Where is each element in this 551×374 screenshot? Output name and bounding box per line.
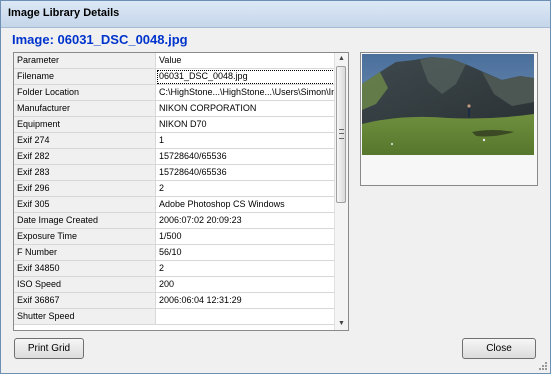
param-cell: Shutter Speed xyxy=(14,308,156,325)
value-cell[interactable]: 2 xyxy=(155,180,338,197)
param-cell: Equipment xyxy=(14,116,156,133)
value-cell[interactable]: 1 xyxy=(155,132,338,149)
column-header-value[interactable]: Value xyxy=(155,53,338,69)
table-row[interactable]: Exposure Time 1/500 xyxy=(14,228,338,245)
value-cell[interactable]: C:\HighStone...\HighStone...\Users\Simon… xyxy=(155,84,338,101)
param-cell: Date Image Created xyxy=(14,212,156,229)
table-row[interactable]: F Number 56/10 xyxy=(14,244,338,261)
scroll-thumb[interactable] xyxy=(336,66,346,203)
landscape-photo xyxy=(362,54,534,155)
table-row[interactable]: Shutter Speed xyxy=(14,308,338,325)
image-preview xyxy=(362,54,534,155)
value-cell[interactable] xyxy=(155,308,338,325)
table-row[interactable]: Filename 06031_DSC_0048.jpg xyxy=(14,68,338,85)
scroll-grip-icon xyxy=(339,129,344,139)
param-cell: Manufacturer xyxy=(14,100,156,117)
param-cell: Folder Location xyxy=(14,84,156,101)
scroll-down-arrow-icon[interactable]: ▼ xyxy=(335,318,348,330)
value-cell[interactable]: NIKON CORPORATION xyxy=(155,100,338,117)
table-row[interactable]: Exif 282 15728640/65536 xyxy=(14,148,338,165)
value-cell[interactable]: 2 xyxy=(155,260,338,277)
exif-table: Parameter Value Filename 06031_DSC_0048.j… xyxy=(14,53,338,325)
window-title: Image Library Details xyxy=(8,7,120,19)
table-row[interactable]: Folder Location C:\HighStone...\HighStone… xyxy=(14,84,338,101)
grid-header-row: Parameter Value xyxy=(14,53,338,69)
value-cell[interactable]: 15728640/65536 xyxy=(155,148,338,165)
table-row[interactable]: ISO Speed 200 xyxy=(14,276,338,293)
param-cell: Exif 36867 xyxy=(14,292,156,309)
value-cell[interactable]: 1/500 xyxy=(155,228,338,245)
image-library-details-window: Image Library Details Image: 06031_DSC_0… xyxy=(0,0,551,374)
table-row[interactable]: Exif 34850 2 xyxy=(14,260,338,277)
table-row[interactable]: Equipment NIKON D70 xyxy=(14,116,338,133)
param-cell: Filename xyxy=(14,68,156,85)
exif-grid[interactable]: Parameter Value Filename 06031_DSC_0048.j… xyxy=(13,52,349,331)
grid-vertical-scrollbar[interactable]: ▲ ▼ xyxy=(334,53,348,330)
value-cell[interactable]: Adobe Photoshop CS Windows xyxy=(155,196,338,213)
close-button[interactable]: Close xyxy=(462,338,536,359)
print-grid-button[interactable]: Print Grid xyxy=(14,338,84,359)
value-cell[interactable]: 2006:06:04 12:31:29 xyxy=(155,292,338,309)
value-cell[interactable]: 15728640/65536 xyxy=(155,164,338,181)
param-cell: Exif 305 xyxy=(14,196,156,213)
value-cell[interactable]: 200 xyxy=(155,276,338,293)
scroll-up-arrow-icon[interactable]: ▲ xyxy=(335,53,348,65)
param-cell: ISO Speed xyxy=(14,276,156,293)
table-row[interactable]: Manufacturer NIKON CORPORATION xyxy=(14,100,338,117)
param-cell: Exif 274 xyxy=(14,132,156,149)
table-row[interactable]: Exif 305 Adobe Photoshop CS Windows xyxy=(14,196,338,213)
table-row[interactable]: Exif 283 15728640/65536 xyxy=(14,164,338,181)
value-cell[interactable]: 2006:07:02 20:09:23 xyxy=(155,212,338,229)
table-row[interactable]: Exif 296 2 xyxy=(14,180,338,197)
image-heading: Image: 06031_DSC_0048.jpg xyxy=(12,32,188,47)
param-cell: Exposure Time xyxy=(14,228,156,245)
image-preview-frame xyxy=(360,52,538,186)
column-header-parameter[interactable]: Parameter xyxy=(14,53,156,69)
param-cell: Exif 282 xyxy=(14,148,156,165)
param-cell: Exif 34850 xyxy=(14,260,156,277)
param-cell: Exif 283 xyxy=(14,164,156,181)
param-cell: F Number xyxy=(14,244,156,261)
title-bar[interactable]: Image Library Details xyxy=(1,1,550,28)
table-row[interactable]: Exif 36867 2006:06:04 12:31:29 xyxy=(14,292,338,309)
resize-grip-icon[interactable] xyxy=(538,361,548,371)
param-cell: Exif 296 xyxy=(14,180,156,197)
value-cell[interactable]: 56/10 xyxy=(155,244,338,261)
value-cell[interactable]: NIKON D70 xyxy=(155,116,338,133)
value-cell[interactable]: 06031_DSC_0048.jpg xyxy=(155,68,338,85)
table-row[interactable]: Date Image Created 2006:07:02 20:09:23 xyxy=(14,212,338,229)
table-row[interactable]: Exif 274 1 xyxy=(14,132,338,149)
